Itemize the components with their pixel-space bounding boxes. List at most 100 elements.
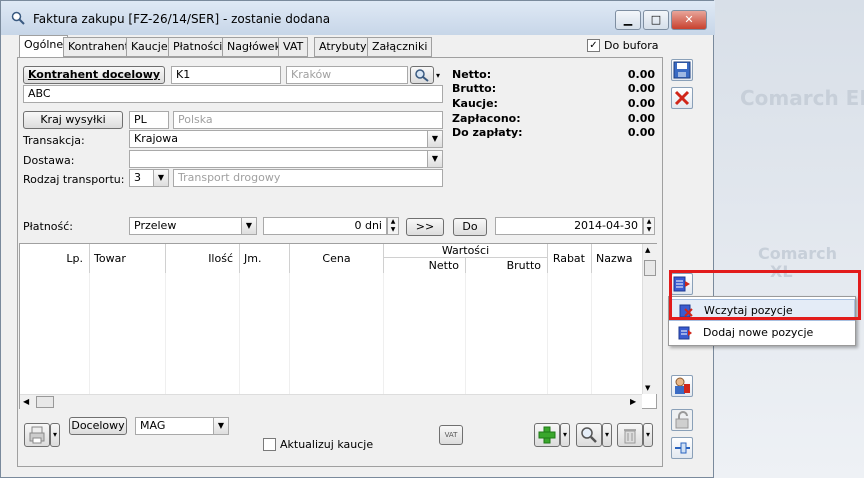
contractor-search-button[interactable] [410, 66, 434, 84]
print-dropdown[interactable]: ▾ [50, 423, 60, 447]
docelowy-button[interactable]: Docelowy [69, 417, 127, 435]
horizontal-scrollbar[interactable]: ◀ ▶ [20, 394, 642, 409]
contractor-code-input[interactable]: K1 [171, 66, 281, 84]
column-header-jm[interactable]: Jm. [240, 244, 290, 273]
chevron-down-icon: ▼ [427, 131, 442, 147]
date-spinner[interactable]: ▲ ▼ [643, 217, 655, 235]
scroll-up-icon[interactable]: ▲ [645, 246, 650, 254]
summary-kaucje-value: 0.00 [627, 97, 655, 110]
column-header-cena[interactable]: Cena [290, 244, 384, 273]
tab-zalaczniki[interactable]: Załączniki [367, 37, 433, 57]
dostawa-value [130, 152, 134, 165]
transakcja-select[interactable]: Krajowa ▼ [129, 130, 443, 148]
print-button[interactable] [24, 423, 50, 447]
days-spinner[interactable]: ▲ ▼ [387, 217, 399, 235]
view-item-button[interactable] [576, 423, 602, 447]
date-input[interactable]: 2014-04-30 [495, 217, 643, 235]
country-button[interactable]: Kraj wysyłki [23, 111, 123, 129]
cancel-button[interactable] [671, 87, 693, 109]
delete-item-dropdown[interactable]: ▾ [643, 423, 653, 447]
contractor-card-button[interactable] [671, 375, 693, 397]
pin-button[interactable] [671, 437, 693, 459]
scroll-right-icon[interactable]: ▶ [630, 397, 636, 406]
rodzaj-transportu-value: 3 [134, 171, 141, 184]
aktualizuj-kaucje-label: Aktualizuj kaucje [280, 438, 374, 451]
background-brand-text: Comarch ERP [740, 86, 864, 110]
delete-item-button[interactable] [617, 423, 643, 447]
contractor-button[interactable]: Kontrahent docelowy [23, 66, 165, 84]
tab-ogolne[interactable]: Ogólne [19, 35, 69, 58]
h-scroll-thumb[interactable] [36, 396, 54, 408]
column-group-wartosci: Wartości [384, 244, 548, 258]
country-name-input[interactable]: Polska [173, 111, 443, 129]
vertical-scrollbar[interactable]: ▲ ▼ [642, 244, 657, 394]
items-table[interactable]: Lp. Towar Ilość Jm. Cena Wartości Netto … [19, 243, 657, 409]
aktualizuj-kaucje-checkbox[interactable] [263, 438, 276, 451]
tab-kaucje[interactable]: Kaucje [126, 37, 173, 57]
warehouse-value: MAG [140, 419, 166, 432]
days-input[interactable]: 0 dni [263, 217, 387, 235]
contractor-city-input[interactable]: Kraków [286, 66, 408, 84]
minimize-button[interactable]: ▁ [615, 10, 641, 30]
scroll-thumb[interactable] [644, 260, 656, 276]
menu-item-dodaj-nowe-pozycje[interactable]: Dodaj nowe pozycje [669, 322, 855, 344]
dostawa-select[interactable]: ▼ [129, 150, 443, 168]
do-bufora-checkbox[interactable]: ✓ [587, 39, 600, 52]
summary-zaplacono-value: 0.00 [627, 112, 655, 125]
add-item-button[interactable] [534, 423, 560, 447]
column-header-netto[interactable]: Netto [384, 258, 466, 273]
magnifier-icon [415, 69, 429, 82]
highlight-box [669, 270, 861, 320]
unlock-icon [675, 411, 689, 429]
summary-netto-label: Netto: [452, 68, 492, 81]
save-icon [673, 61, 691, 79]
summary-netto-value: 0.00 [627, 68, 655, 81]
warehouse-select[interactable]: MAG ▼ [135, 417, 229, 435]
search-icon [11, 11, 25, 25]
tab-vat[interactable]: VAT [278, 37, 309, 57]
save-button[interactable] [671, 59, 693, 81]
close-button[interactable]: ✕ [671, 10, 707, 30]
invoice-window: Faktura zakupu [FZ-26/14/SER] - zostanie… [0, 0, 715, 478]
column-header-ilosc[interactable]: Ilość [166, 244, 240, 273]
column-header-brutto[interactable]: Brutto [466, 258, 548, 273]
lock-button[interactable] [671, 409, 693, 431]
tab-kontrahent[interactable]: Kontrahent [63, 37, 134, 57]
summary-brutto-label: Brutto: [452, 82, 497, 95]
column-header-nazwa[interactable]: Nazwa [592, 244, 642, 273]
platnosc-value: Przelew [134, 219, 177, 232]
rodzaj-transportu-select[interactable]: 3 ▼ [129, 169, 169, 187]
transakcja-label: Transakcja: [23, 134, 85, 147]
transakcja-value: Krajowa [134, 132, 178, 145]
summary-brutto-value: 0.00 [627, 82, 655, 95]
column-header-rabat[interactable]: Rabat [548, 244, 592, 273]
close-icon [674, 90, 690, 106]
contractor-name-input[interactable]: ABC [23, 85, 443, 103]
column-header-lp[interactable]: Lp. [20, 244, 90, 273]
platnosc-select[interactable]: Przelew ▼ [129, 217, 257, 235]
dostawa-label: Dostawa: [23, 154, 75, 167]
vat-button[interactable]: VAT [439, 425, 463, 445]
view-item-dropdown[interactable]: ▾ [602, 423, 612, 447]
table-body[interactable] [20, 273, 642, 394]
do-bufora-label: Do bufora [604, 39, 659, 52]
column-header-towar[interactable]: Towar [90, 244, 166, 273]
do-button[interactable]: Do [453, 218, 487, 236]
chevron-down-icon: ▼ [153, 170, 168, 186]
tab-atrybuty[interactable]: Atrybuty [314, 37, 372, 57]
scroll-left-icon[interactable]: ◀ [23, 397, 29, 406]
window-title: Faktura zakupu [FZ-26/14/SER] - zostanie… [33, 12, 331, 26]
document-add-icon [678, 326, 692, 340]
chevron-down-icon: ▼ [241, 218, 256, 234]
chevron-down-icon[interactable]: ▾ [436, 71, 440, 80]
background-panel [714, 0, 864, 478]
pin-icon [675, 442, 690, 454]
chevron-down-icon: ▼ [213, 418, 228, 434]
maximize-button[interactable]: □ [643, 10, 669, 30]
country-code-input[interactable]: PL [129, 111, 169, 129]
scroll-down-icon[interactable]: ▼ [645, 384, 650, 392]
add-item-dropdown[interactable]: ▾ [560, 423, 570, 447]
tab-platnosci[interactable]: Płatności [168, 37, 228, 57]
tab-naglowek[interactable]: Nagłówek [222, 37, 286, 57]
next-button[interactable]: >> [406, 218, 444, 236]
